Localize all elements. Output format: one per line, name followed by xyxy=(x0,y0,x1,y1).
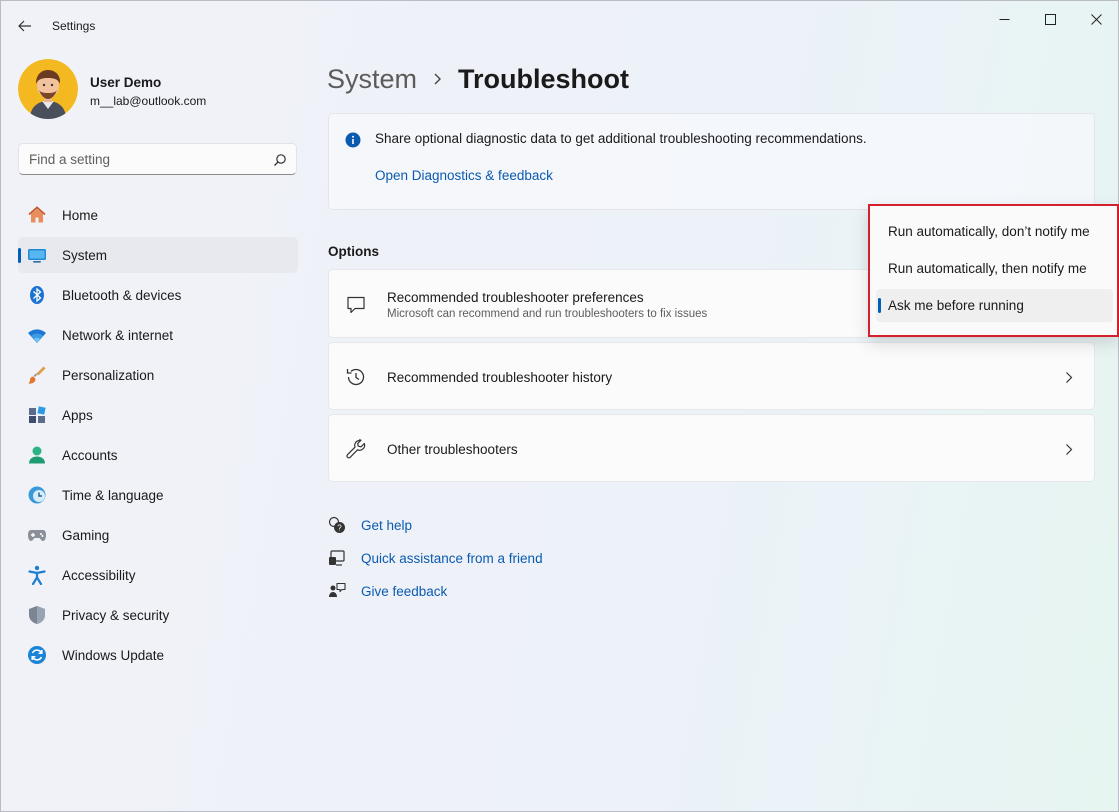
clock-icon xyxy=(27,485,47,505)
search-icon xyxy=(274,154,286,166)
close-icon xyxy=(1090,13,1102,25)
quick-assist-icon xyxy=(328,549,346,567)
breadcrumb-parent[interactable]: System xyxy=(327,64,417,95)
sidebar-item-label: Personalization xyxy=(62,367,155,383)
network-icon xyxy=(27,325,47,345)
svg-text:?: ? xyxy=(337,524,342,533)
other-troubleshooters-card[interactable]: Other troubleshooters xyxy=(328,414,1095,482)
back-button[interactable] xyxy=(13,15,37,37)
sidebar-item-label: Apps xyxy=(62,407,93,423)
sidebar-item-windows-update[interactable]: Windows Update xyxy=(18,637,298,673)
avatar[interactable] xyxy=(18,59,78,119)
apps-icon xyxy=(27,405,47,425)
card-title: Recommended troubleshooter preferences xyxy=(387,290,644,305)
sidebar-item-personalization[interactable]: Personalization xyxy=(18,357,298,393)
update-icon xyxy=(27,645,47,665)
troubleshooter-preference-dropdown: Run automatically, don’t notify me Run a… xyxy=(868,204,1119,337)
system-icon xyxy=(27,245,47,265)
dropdown-option-label: Ask me before running xyxy=(888,298,1024,313)
get-help-link[interactable]: ? Get help xyxy=(328,512,628,545)
sidebar-item-bluetooth[interactable]: Bluetooth & devices xyxy=(18,277,298,313)
search-input[interactable] xyxy=(19,144,296,174)
sidebar-item-label: Network & internet xyxy=(62,327,174,343)
bluetooth-icon xyxy=(27,285,47,305)
sidebar-item-home[interactable]: Home xyxy=(18,197,298,233)
sidebar-item-network[interactable]: Network & internet xyxy=(18,317,298,353)
avatar-image xyxy=(18,59,78,119)
sidebar-item-apps[interactable]: Apps xyxy=(18,397,298,433)
sidebar-item-accounts[interactable]: Accounts xyxy=(18,437,298,473)
sidebar-item-gaming[interactable]: Gaming xyxy=(18,517,298,553)
card-title: Other troubleshooters xyxy=(387,442,518,457)
chevron-right-icon xyxy=(433,72,442,86)
info-icon xyxy=(345,132,361,148)
breadcrumb: System Troubleshoot xyxy=(327,61,629,97)
accounts-icon xyxy=(27,445,47,465)
options-header: Options xyxy=(328,244,379,259)
sidebar-item-label: Privacy & security xyxy=(62,607,170,623)
troubleshooter-history-card[interactable]: Recommended troubleshooter history xyxy=(328,342,1095,410)
give-feedback-link[interactable]: Give feedback xyxy=(328,578,628,611)
dropdown-option[interactable]: Run automatically, then notify me xyxy=(876,252,1113,285)
sidebar-item-privacy[interactable]: Privacy & security xyxy=(18,597,298,633)
settings-window: Settings User Demo m__lab@outlook.com Fi… xyxy=(0,0,1119,812)
sidebar-item-label: Accounts xyxy=(62,447,118,463)
card-title: Recommended troubleshooter history xyxy=(387,370,613,385)
open-diagnostics-link[interactable]: Open Diagnostics & feedback xyxy=(375,168,553,183)
dropdown-option-selected[interactable]: Ask me before running xyxy=(876,289,1113,322)
history-icon xyxy=(345,366,367,388)
page-title: Troubleshoot xyxy=(458,63,630,94)
dropdown-option-label: Run automatically, then notify me xyxy=(888,261,1087,276)
sidebar-nav: Home System Bluetooth & devices Network … xyxy=(18,197,298,677)
chevron-right-icon xyxy=(1062,442,1076,456)
sidebar-item-label: Time & language xyxy=(62,487,164,503)
quick-assist-link[interactable]: Quick assistance from a friend xyxy=(328,545,628,578)
feedback-icon xyxy=(328,582,346,600)
wrench-icon xyxy=(345,438,367,460)
brush-icon xyxy=(27,365,47,385)
info-text: Share optional diagnostic data to get ad… xyxy=(375,131,867,146)
help-icon: ? xyxy=(328,516,346,534)
diagnostics-info-card: Share optional diagnostic data to get ad… xyxy=(328,113,1095,210)
home-icon xyxy=(27,205,47,225)
close-button[interactable] xyxy=(1073,7,1119,31)
help-link-label[interactable]: Get help xyxy=(361,518,412,533)
chat-icon xyxy=(345,294,367,316)
sidebar-item-label: Gaming xyxy=(62,527,110,543)
accessibility-icon xyxy=(27,565,47,585)
shield-icon xyxy=(27,605,47,625)
gamepad-icon xyxy=(27,525,47,545)
sidebar-item-time-language[interactable]: Time & language xyxy=(18,477,298,513)
back-arrow-icon xyxy=(18,20,31,32)
user-name: User Demo xyxy=(90,75,162,90)
help-link-label[interactable]: Quick assistance from a friend xyxy=(361,551,543,566)
user-email: m__lab@outlook.com xyxy=(90,94,207,108)
sidebar-item-system[interactable]: System xyxy=(18,237,298,273)
sidebar-item-label: Bluetooth & devices xyxy=(62,287,182,303)
sidebar-item-label: Accessibility xyxy=(62,567,136,583)
help-links: ? Get help Quick assistance from a frien… xyxy=(328,512,628,611)
help-link-label[interactable]: Give feedback xyxy=(361,584,447,599)
search-box[interactable] xyxy=(18,143,297,175)
sidebar-item-label: Windows Update xyxy=(62,647,165,663)
dropdown-option-label: Run automatically, don’t notify me xyxy=(888,224,1090,239)
card-subtitle: Microsoft can recommend and run troubles… xyxy=(387,308,708,320)
sidebar-item-label: Home xyxy=(62,207,99,223)
maximize-icon xyxy=(1044,13,1056,25)
sidebar-item-accessibility[interactable]: Accessibility xyxy=(18,557,298,593)
minimize-button[interactable] xyxy=(981,7,1027,31)
maximize-button[interactable] xyxy=(1027,7,1073,31)
app-title: Settings xyxy=(52,19,96,33)
title-bar: Settings xyxy=(1,1,1118,49)
sidebar-item-label: System xyxy=(62,247,108,263)
dropdown-option[interactable]: Run automatically, don’t notify me xyxy=(876,215,1113,248)
chevron-right-icon xyxy=(1062,370,1076,384)
minimize-icon xyxy=(999,18,1009,20)
